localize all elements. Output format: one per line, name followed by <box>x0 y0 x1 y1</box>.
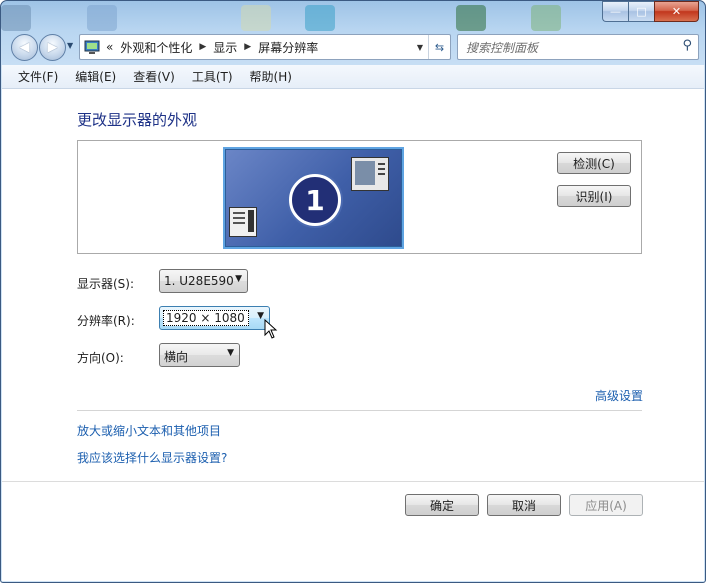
refresh-icon[interactable]: ⇆ <box>428 35 450 59</box>
footer-divider <box>2 481 704 482</box>
menu-tools[interactable]: 工具(T) <box>180 68 238 85</box>
close-button[interactable]: ✕ <box>654 1 699 22</box>
apply-button[interactable]: 应用(A) <box>569 494 643 516</box>
search-icon[interactable]: ⚲ <box>682 38 692 53</box>
menu-file[interactable]: 文件(F) <box>2 68 63 85</box>
mouse-cursor-icon <box>264 319 278 339</box>
address-dropdown-icon[interactable]: ▼ <box>413 35 427 59</box>
monitor-preview: 1 检测(C) 识别(I) <box>77 140 642 254</box>
control-panel-window: — □ ✕ ◀ ▶ ▼ « 外观和个性化 ▶ 显示 ▶ 屏幕分辨率 ▼ ⇆ 搜索… <box>0 0 706 583</box>
back-arrow-icon: ◀ <box>19 40 30 55</box>
chevron-down-icon: ▼ <box>235 274 242 284</box>
background-tile <box>87 5 117 31</box>
address-overflow[interactable]: « <box>106 40 113 54</box>
menu-view[interactable]: 查看(V) <box>121 68 180 85</box>
background-tile <box>305 5 335 31</box>
search-box[interactable]: 搜索控制面板 ⚲ <box>457 34 699 60</box>
orientation-dropdown[interactable]: 横向 ▼ <box>159 343 240 367</box>
breadcrumb-separator-icon[interactable]: ▶ <box>244 42 251 52</box>
display-value: 1. U28E590 <box>164 274 234 288</box>
advanced-settings-link[interactable]: 高级设置 <box>595 387 643 404</box>
minimize-button[interactable]: — <box>602 1 628 22</box>
resolution-label: 分辨率(R): <box>77 314 135 328</box>
monitor-number-badge: 1 <box>289 174 341 226</box>
background-tile <box>1 5 31 31</box>
forward-arrow-icon: ▶ <box>47 40 58 55</box>
main-content: 更改显示器的外观 1 检测(C) 识别(I) 显示器(S): 1. U28E59… <box>2 89 704 581</box>
recent-pages-chevron-icon[interactable]: ▼ <box>67 41 73 50</box>
resolution-dropdown[interactable]: 1920 × 1080 ▼ <box>159 306 270 330</box>
search-placeholder: 搜索控制面板 <box>466 41 539 55</box>
page-title: 更改显示器的外观 <box>77 111 198 129</box>
orientation-label: 方向(O): <box>77 351 124 365</box>
forward-button[interactable]: ▶ <box>39 34 66 61</box>
background-tile <box>241 5 271 31</box>
divider <box>77 410 642 411</box>
menu-edit[interactable]: 编辑(E) <box>63 68 121 85</box>
menu-help[interactable]: 帮助(H) <box>238 68 297 85</box>
background-tile <box>531 5 561 31</box>
breadcrumb-display[interactable]: 显示 <box>213 39 237 56</box>
caption-buttons: — □ ✕ <box>602 1 699 22</box>
ok-button[interactable]: 确定 <box>405 494 479 516</box>
background-tile <box>456 5 486 31</box>
control-panel-icon <box>84 40 100 54</box>
text-size-link[interactable]: 放大或缩小文本和其他项目 <box>77 422 221 439</box>
mini-window-graphic <box>351 157 389 191</box>
chevron-down-icon: ▼ <box>257 311 264 321</box>
identify-button[interactable]: 识别(I) <box>557 185 631 207</box>
mini-window-graphic <box>229 207 257 237</box>
breadcrumb-separator-icon[interactable]: ▶ <box>199 42 206 52</box>
menu-bar: 文件(F) 编辑(E) 查看(V) 工具(T) 帮助(H) <box>2 65 704 89</box>
breadcrumb-appearance[interactable]: 外观和个性化 <box>120 39 192 56</box>
maximize-button[interactable]: □ <box>628 1 654 22</box>
breadcrumb-resolution[interactable]: 屏幕分辨率 <box>258 39 318 56</box>
back-button[interactable]: ◀ <box>11 34 38 61</box>
orientation-value: 横向 <box>164 350 189 364</box>
detect-button[interactable]: 检测(C) <box>557 152 631 174</box>
display-dropdown[interactable]: 1. U28E590 ▼ <box>159 269 248 293</box>
display-label: 显示器(S): <box>77 277 135 291</box>
address-bar[interactable]: « 外观和个性化 ▶ 显示 ▶ 屏幕分辨率 ▼ ⇆ <box>79 34 451 60</box>
cancel-button[interactable]: 取消 <box>487 494 561 516</box>
which-settings-link[interactable]: 我应该选择什么显示器设置? <box>77 449 227 466</box>
chevron-down-icon: ▼ <box>227 348 234 358</box>
monitor-1-thumbnail[interactable]: 1 <box>223 147 404 249</box>
resolution-value: 1920 × 1080 <box>163 310 249 326</box>
